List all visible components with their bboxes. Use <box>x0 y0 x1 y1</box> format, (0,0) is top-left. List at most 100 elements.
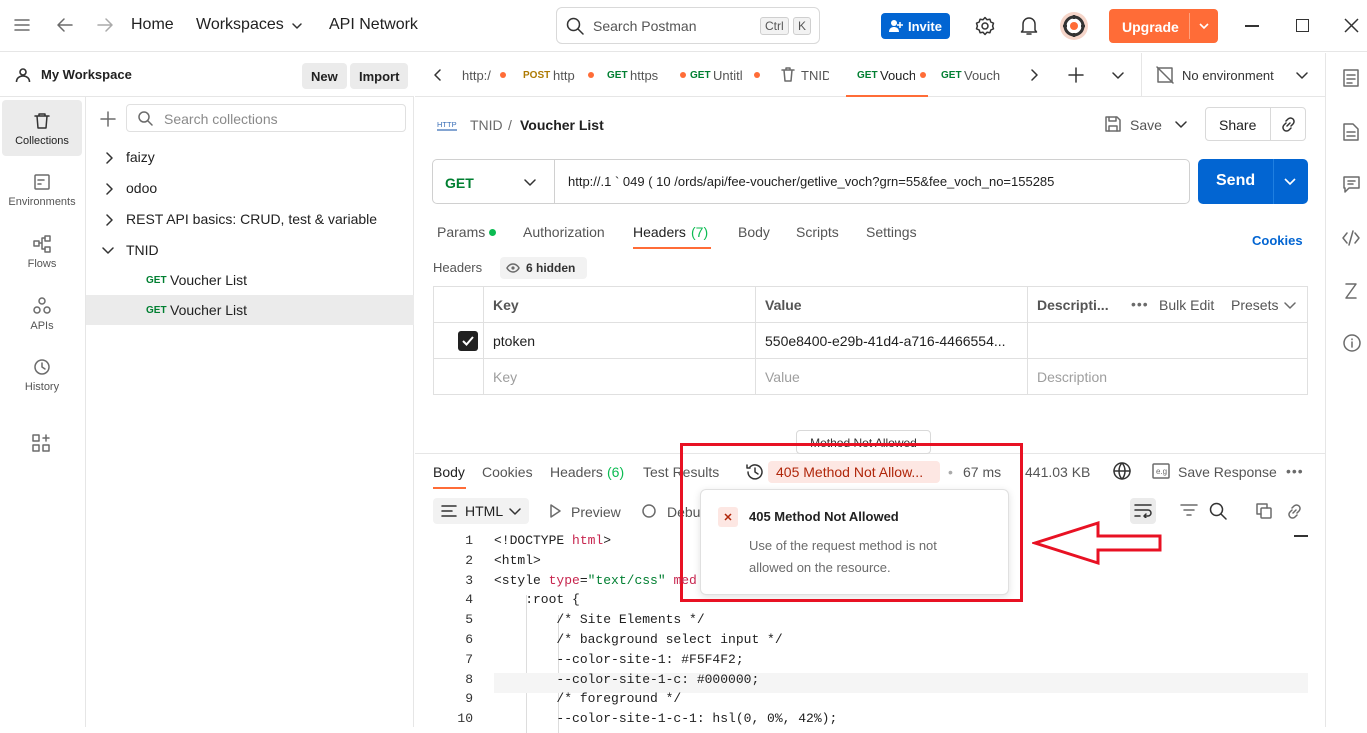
forward-arrow-icon[interactable] <box>96 17 114 33</box>
minimize-icon[interactable] <box>1245 25 1259 27</box>
new-key-input[interactable]: Key <box>493 369 517 385</box>
tab-settings[interactable]: Settings <box>866 224 917 240</box>
presets-menu[interactable]: Presets <box>1231 297 1278 313</box>
menu-icon[interactable] <box>14 18 30 32</box>
plus-icon[interactable] <box>100 111 116 127</box>
tab-6-active[interactable]: GET Vouch <box>846 53 928 97</box>
send-button[interactable]: Send <box>1198 159 1308 204</box>
new-description-input[interactable]: Description <box>1037 369 1107 385</box>
tab-3[interactable]: GET https <box>606 53 689 97</box>
tab-2[interactable]: POST http <box>522 53 604 97</box>
bulk-edit-button[interactable]: Bulk Edit <box>1159 297 1214 313</box>
link-icon[interactable] <box>1280 116 1297 133</box>
maximize-icon[interactable] <box>1296 19 1309 32</box>
cookies-link[interactable]: Cookies <box>1252 233 1303 248</box>
globe-icon[interactable] <box>1113 462 1131 480</box>
response-tab-cookies[interactable]: Cookies <box>482 464 533 480</box>
related-icon[interactable] <box>1344 283 1358 299</box>
collection-faizy[interactable]: faizy <box>86 142 414 172</box>
chevron-down-icon[interactable] <box>1175 120 1187 130</box>
copy-icon[interactable] <box>1256 503 1272 519</box>
back-arrow-icon[interactable] <box>56 17 74 33</box>
nav-apis[interactable]: APIs <box>2 285 82 341</box>
workspaces-menu[interactable]: Workspaces <box>196 16 284 34</box>
url-input[interactable]: http://.1 ` 049 ( 10 /ords/api/fee-vouch… <box>568 174 1054 189</box>
invite-button[interactable]: Invite <box>881 13 950 39</box>
api-icon[interactable] <box>1343 69 1359 87</box>
code-token: html <box>572 533 604 548</box>
breadcrumb-parent[interactable]: TNID <box>470 117 503 133</box>
new-button[interactable]: New <box>302 63 347 89</box>
nav-collections[interactable]: Collections <box>2 100 82 156</box>
environment-selector[interactable]: No environment <box>1182 68 1274 83</box>
save-response-button[interactable]: Save Response <box>1178 464 1277 480</box>
info-icon[interactable] <box>1343 334 1361 352</box>
chevron-right-icon[interactable] <box>1030 69 1040 81</box>
chevron-down-icon[interactable] <box>1284 301 1296 311</box>
annotation-highlight-box <box>680 443 1023 602</box>
line-number: 9 <box>465 691 473 707</box>
tab-7[interactable]: GET Vouch <box>930 53 1010 97</box>
more-options-icon[interactable]: ••• <box>1131 296 1149 312</box>
header-key-cell[interactable]: ptoken <box>493 333 535 349</box>
import-button[interactable]: Import <box>350 63 409 89</box>
chevron-down-icon[interactable] <box>1284 177 1296 187</box>
request-name[interactable]: Voucher List <box>520 117 604 133</box>
collection-odoo[interactable]: odoo <box>86 173 414 203</box>
collection-rest-api-basics[interactable]: REST API basics: CRUD, test & variable <box>86 204 414 234</box>
method-selector[interactable]: GET <box>445 175 474 191</box>
header-enabled-checkbox[interactable] <box>458 331 478 351</box>
response-tab-headers[interactable]: Headers <box>550 464 603 480</box>
preview-button[interactable]: Preview <box>571 504 621 520</box>
header-value-cell[interactable]: 550e8400-e29b-41d4-a716-4466554... <box>765 333 1006 349</box>
request-voucher-list-2[interactable]: GET Voucher List <box>86 295 414 325</box>
hidden-headers-toggle[interactable]: 6 hidden <box>500 257 587 279</box>
comment-icon[interactable] <box>1343 176 1360 193</box>
search-icon[interactable] <box>1209 502 1227 520</box>
line-number: 1 <box>465 533 473 548</box>
tab-body[interactable]: Body <box>738 224 770 240</box>
tab-5[interactable]: TNID <box>778 53 843 97</box>
search-bar[interactable]: Search Postman Ctrl K <box>556 7 820 44</box>
request-voucher-list-1[interactable]: GET Voucher List <box>86 265 414 295</box>
search-collections-input[interactable]: Search collections <box>126 104 406 132</box>
plus-icon[interactable] <box>1068 67 1084 83</box>
upgrade-button[interactable]: Upgrade <box>1109 9 1218 43</box>
chevron-down-icon[interactable] <box>1296 71 1308 81</box>
format-selector[interactable]: HTML <box>433 498 529 524</box>
tab-4[interactable]: GET Untitl <box>690 53 780 97</box>
chevron-down-icon[interactable] <box>524 178 536 188</box>
chevron-down-icon[interactable] <box>1198 21 1210 31</box>
response-tab-body[interactable]: Body <box>433 464 465 480</box>
tab-params[interactable]: Params <box>437 224 485 240</box>
tab-scripts[interactable]: Scripts <box>796 224 839 240</box>
tab-authorization[interactable]: Authorization <box>523 224 605 240</box>
code-token: --color-site-1: #F5F4F2; <box>494 651 744 667</box>
nav-flows[interactable]: Flows <box>2 223 82 279</box>
tab-headers[interactable]: Headers <box>633 224 686 240</box>
save-button[interactable]: Save <box>1130 117 1162 133</box>
share-button[interactable]: Share <box>1219 117 1256 133</box>
line-number: 6 <box>465 632 473 647</box>
nav-history[interactable]: History <box>2 346 82 402</box>
add-widget-icon[interactable] <box>32 434 50 452</box>
bell-icon[interactable] <box>1020 16 1038 36</box>
api-network-link[interactable]: API Network <box>329 16 418 34</box>
close-icon[interactable] <box>1344 18 1359 33</box>
nav-environments[interactable]: Environments <box>2 161 82 217</box>
tab-1[interactable]: http:/ <box>462 53 520 97</box>
more-options-icon[interactable]: ••• <box>1286 463 1304 479</box>
scrollbar-thumb[interactable] <box>1294 535 1308 537</box>
document-icon[interactable] <box>1343 123 1359 141</box>
home-link[interactable]: Home <box>131 16 174 34</box>
collection-tnid[interactable]: TNID <box>86 235 414 265</box>
code-icon[interactable] <box>1342 230 1360 246</box>
filter-icon[interactable] <box>1180 504 1198 518</box>
link-icon[interactable] <box>1286 503 1303 520</box>
response-size: 441.03 KB <box>1025 464 1091 480</box>
new-value-input[interactable]: Value <box>765 369 800 385</box>
chevron-left-icon[interactable] <box>432 69 442 81</box>
avatar[interactable] <box>1060 12 1088 40</box>
gear-icon[interactable] <box>975 16 995 36</box>
chevron-down-icon[interactable] <box>1112 71 1124 81</box>
